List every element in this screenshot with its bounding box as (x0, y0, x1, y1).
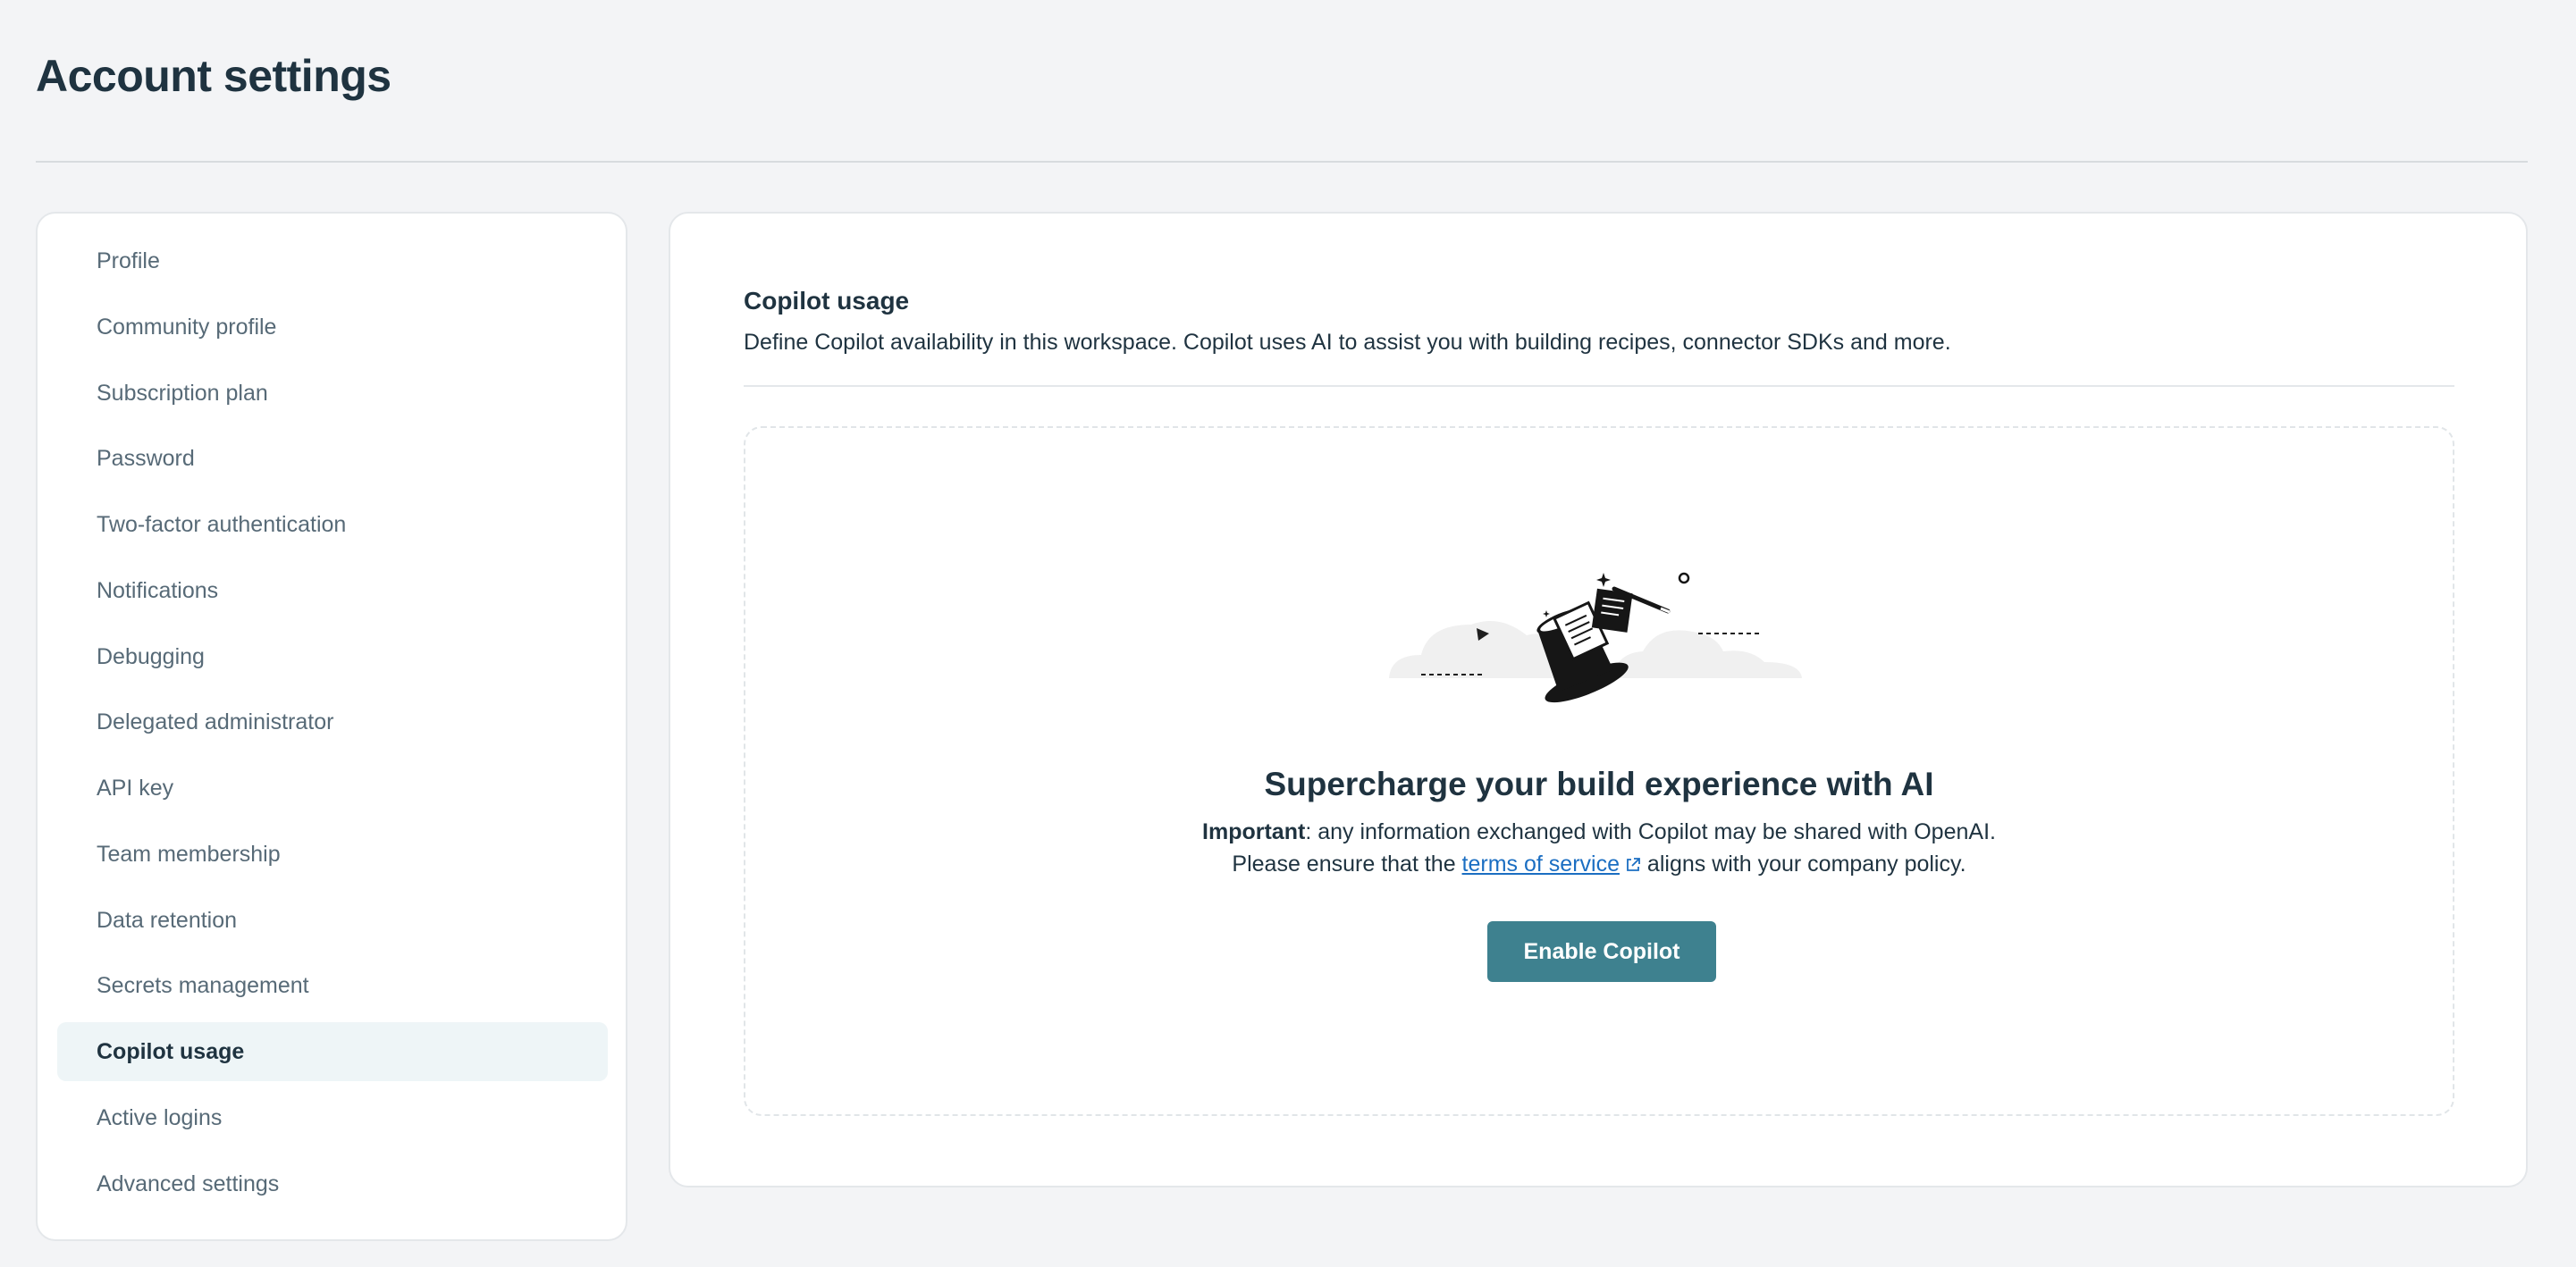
privacy-notice-text: : any information exchanged with Copilot… (1305, 819, 1996, 844)
sidebar-item-debugging[interactable]: Debugging (57, 627, 608, 686)
important-label: Important (1202, 819, 1306, 844)
sidebar-item-secrets-management[interactable]: Secrets management (57, 956, 608, 1015)
sidebar-item-team-membership[interactable]: Team membership (57, 825, 608, 884)
sidebar-item-community-profile[interactable]: Community profile (57, 298, 608, 357)
sidebar-item-copilot-usage[interactable]: Copilot usage (57, 1022, 608, 1081)
policy-suffix-text: aligns with your company policy. (1640, 852, 1966, 877)
magic-hat-icon (1389, 572, 1802, 703)
sidebar-item-advanced-settings[interactable]: Advanced settings (57, 1154, 608, 1213)
sidebar-item-subscription-plan[interactable]: Subscription plan (57, 364, 608, 423)
privacy-notice-line-1: Important: any information exchanged wit… (745, 819, 2453, 845)
sidebar-item-data-retention[interactable]: Data retention (57, 891, 608, 950)
sidebar-item-two-factor-authentication[interactable]: Two-factor authentication (57, 495, 608, 554)
policy-prefix-text: Please ensure that the (1232, 852, 1462, 877)
sidebar-item-notifications[interactable]: Notifications (57, 561, 608, 620)
external-link-icon (1627, 858, 1640, 871)
section-title: Copilot usage (744, 287, 910, 315)
sidebar-item-profile[interactable]: Profile (57, 231, 608, 290)
terms-of-service-link[interactable]: terms of service (1462, 852, 1641, 877)
empty-state-title: Supercharge your build experience with A… (1264, 766, 1934, 802)
page-title: Account settings (36, 51, 391, 101)
terms-of-service-label: terms of service (1461, 852, 1620, 877)
settings-sidebar: Profile Community profile Subscription p… (36, 212, 627, 1241)
enable-copilot-button[interactable]: Enable Copilot (1487, 921, 1716, 982)
sidebar-item-delegated-administrator[interactable]: Delegated administrator (57, 692, 608, 751)
copilot-usage-panel: Copilot usage Define Copilot availabilit… (669, 212, 2528, 1187)
page-header: Account settings (36, 0, 2528, 163)
section-divider (744, 385, 2454, 387)
copilot-empty-state: Supercharge your build experience with A… (744, 426, 2454, 1116)
section-description: Define Copilot availability in this work… (744, 330, 1951, 355)
sidebar-item-api-key[interactable]: API key (57, 759, 608, 818)
sidebar-item-active-logins[interactable]: Active logins (57, 1088, 608, 1147)
sidebar-item-password[interactable]: Password (57, 429, 608, 488)
privacy-notice-line-2: Please ensure that the terms of service … (745, 852, 2453, 877)
